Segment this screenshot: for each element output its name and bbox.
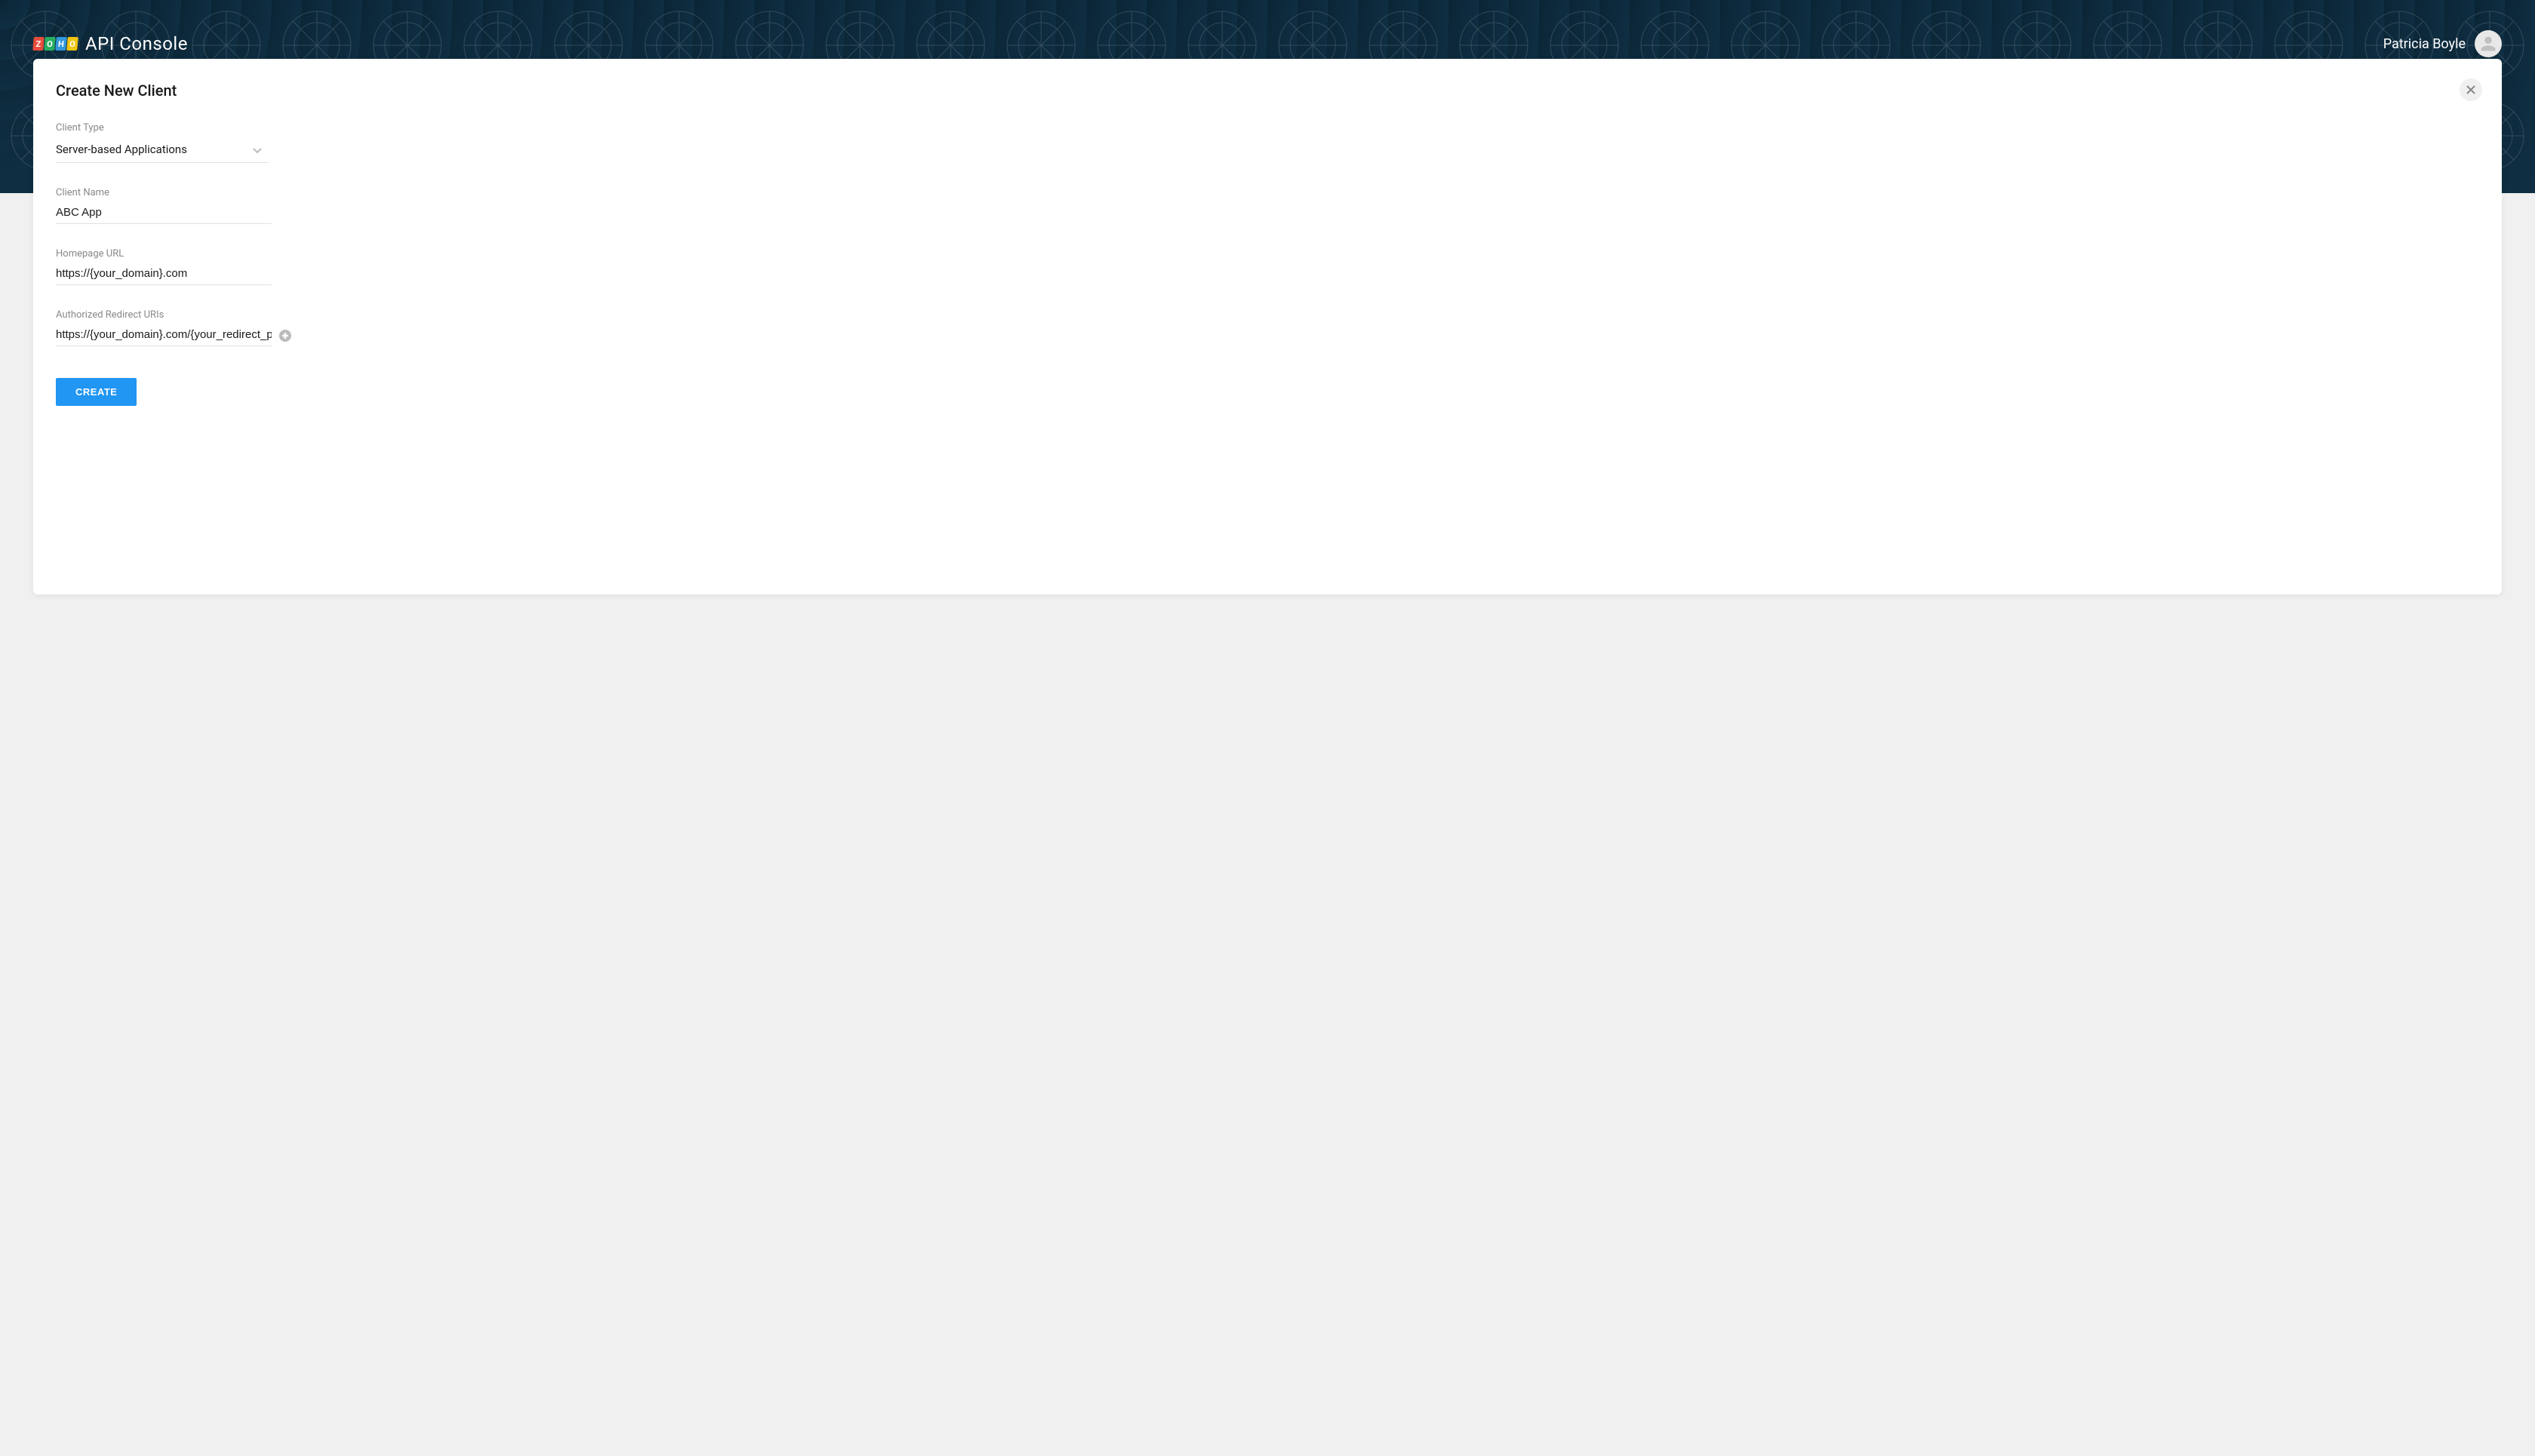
client-type-select[interactable]: Server-based Applications bbox=[56, 140, 269, 163]
create-button[interactable]: CREATE bbox=[56, 378, 137, 406]
person-icon bbox=[2478, 33, 2499, 54]
client-type-group: Client Type Server-based Applications bbox=[56, 122, 2479, 163]
user-section[interactable]: Patricia Boyle bbox=[2383, 30, 2502, 57]
zoho-logo: Z O H O bbox=[33, 37, 78, 51]
logo-section: Z O H O API Console bbox=[33, 33, 188, 54]
card-title: Create New Client bbox=[56, 81, 2479, 100]
avatar[interactable] bbox=[2475, 30, 2502, 57]
logo-letter-h: H bbox=[55, 37, 67, 51]
client-name-input[interactable] bbox=[56, 204, 272, 224]
redirect-uris-label: Authorized Redirect URIs bbox=[56, 309, 2479, 321]
add-redirect-uri-button[interactable] bbox=[279, 330, 291, 342]
logo-letter-o: O bbox=[44, 37, 56, 51]
close-icon bbox=[2466, 85, 2475, 94]
user-name: Patricia Boyle bbox=[2383, 36, 2466, 52]
main-card: Create New Client Client Type Server-bas… bbox=[33, 59, 2502, 594]
plus-icon bbox=[281, 332, 289, 339]
client-type-label: Client Type bbox=[56, 122, 2479, 134]
logo-letter-z: Z bbox=[32, 37, 45, 51]
homepage-url-input[interactable] bbox=[56, 266, 272, 285]
homepage-url-label: Homepage URL bbox=[56, 248, 2479, 260]
redirect-uris-group: Authorized Redirect URIs bbox=[56, 309, 2479, 346]
client-name-label: Client Name bbox=[56, 187, 2479, 198]
product-name: API Console bbox=[85, 33, 188, 54]
close-button[interactable] bbox=[2460, 78, 2482, 101]
logo-letter-o: O bbox=[66, 37, 78, 51]
redirect-uri-input[interactable] bbox=[56, 327, 272, 346]
client-name-group: Client Name bbox=[56, 187, 2479, 224]
homepage-url-group: Homepage URL bbox=[56, 248, 2479, 285]
